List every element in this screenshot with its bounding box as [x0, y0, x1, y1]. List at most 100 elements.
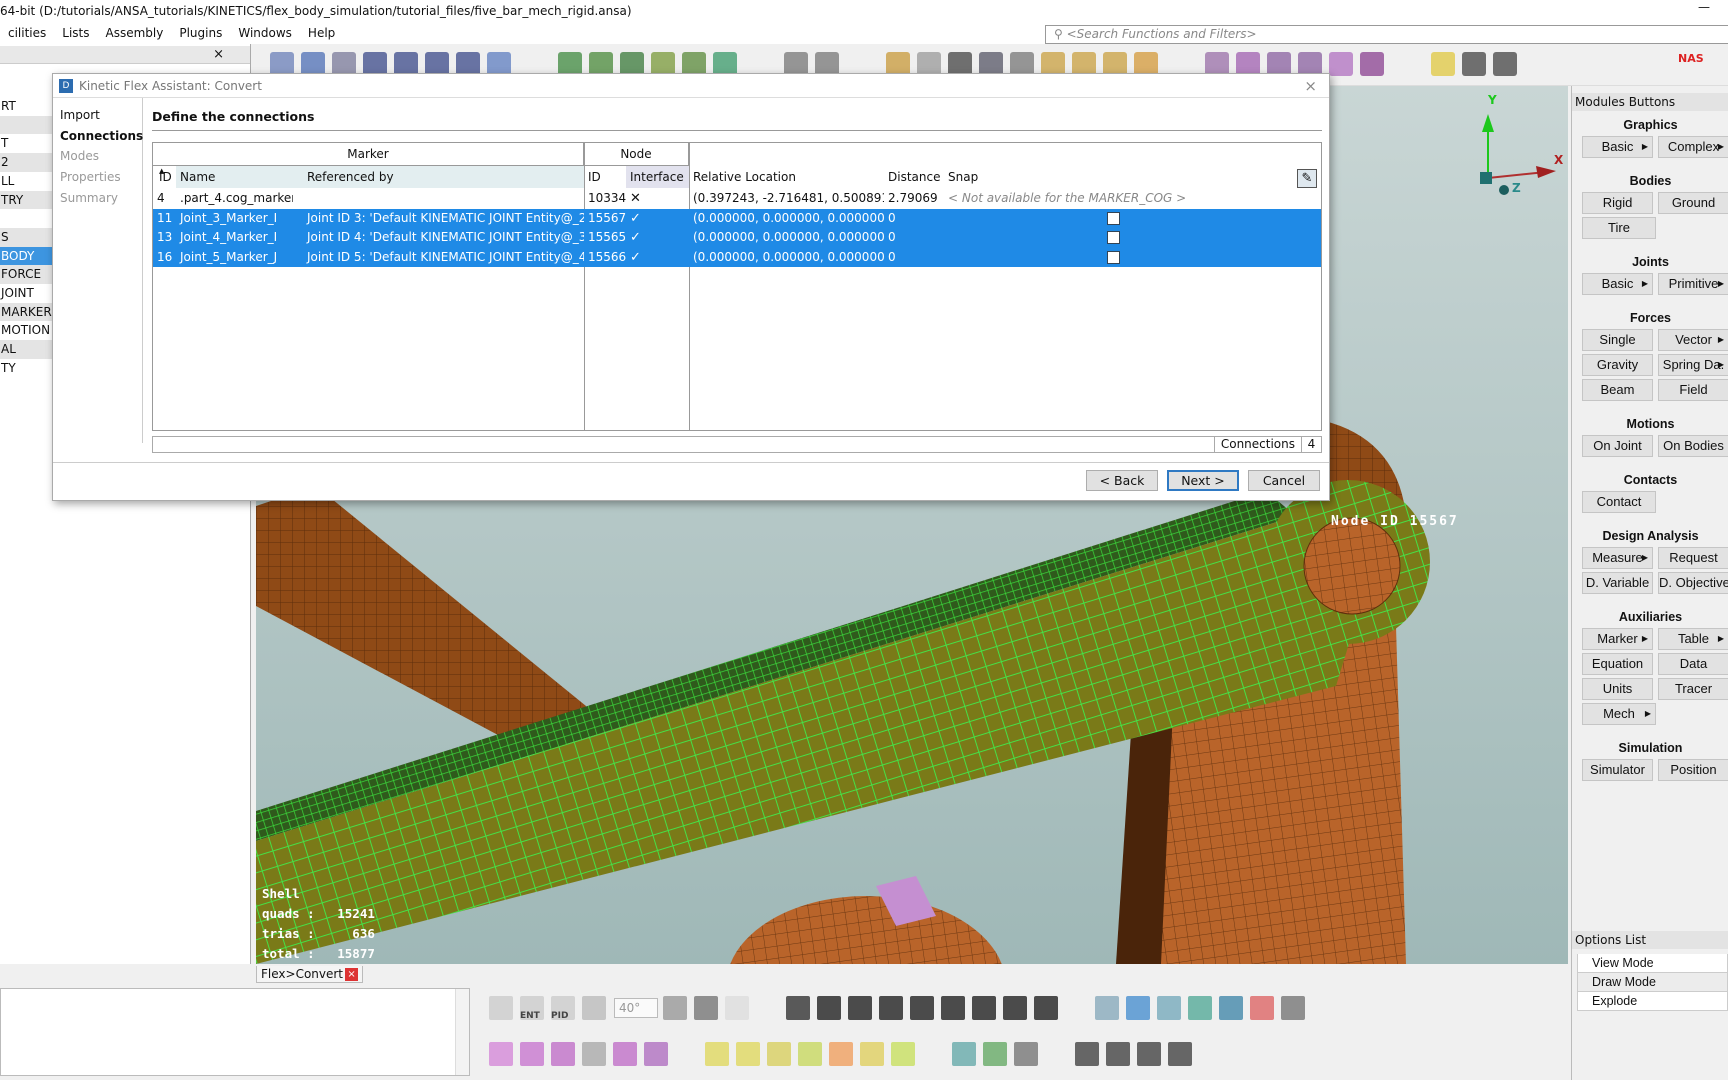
face-yellow-icon[interactable] [705, 1042, 729, 1066]
wizard-step-import[interactable]: Import [60, 108, 100, 122]
copy-icon[interactable] [694, 996, 718, 1020]
kbod-icon[interactable] [1095, 996, 1119, 1020]
spring-da--button[interactable]: Spring Da. ▶ [1658, 354, 1728, 376]
menu-plugins[interactable]: Plugins [171, 22, 230, 44]
mech-button[interactable]: Mech ▶ [1582, 703, 1656, 725]
box-outline-icon[interactable] [1157, 996, 1181, 1020]
d-objective-button[interactable]: D. Objective [1658, 572, 1728, 594]
option-explode[interactable]: Explode [1577, 992, 1728, 1011]
snap-checkbox[interactable] [1107, 231, 1120, 244]
cube-wire-icon[interactable] [1219, 996, 1243, 1020]
menu-lists[interactable]: Lists [54, 22, 97, 44]
snap-all-button[interactable]: ✎ [1297, 169, 1317, 188]
plus-icon[interactable] [817, 996, 841, 1020]
ibeam-icon[interactable] [613, 1042, 637, 1066]
column-header-id[interactable]: ID [153, 166, 176, 188]
basic-button[interactable]: Basic ▶ [1582, 273, 1653, 295]
cube-color-icon[interactable] [1188, 996, 1212, 1020]
search-input[interactable]: ⚲ <Search Functions and Filters> [1045, 25, 1728, 44]
angle-input[interactable]: 40° [614, 998, 658, 1018]
equation-button[interactable]: Equation [1582, 653, 1653, 675]
lock-icon[interactable] [972, 996, 996, 1020]
layers-icon[interactable] [1034, 996, 1058, 1020]
extrude-icon[interactable] [551, 1042, 575, 1066]
face-orange-icon[interactable] [829, 1042, 853, 1066]
on-joint-button[interactable]: On Joint [1582, 435, 1653, 457]
menu-assembly[interactable]: Assembly [98, 22, 172, 44]
face-green-icon[interactable] [798, 1042, 822, 1066]
face-diamond-icon[interactable] [891, 1042, 915, 1066]
minimize-button[interactable]: — [1694, 0, 1714, 22]
minus-icon[interactable] [848, 996, 872, 1020]
snap-checkbox[interactable] [1107, 250, 1120, 264]
tracer-button[interactable]: Tracer [1658, 678, 1728, 700]
points-icon[interactable] [582, 1042, 606, 1066]
point-box-icon[interactable] [1106, 1042, 1130, 1066]
primitive-button[interactable]: Primitive ▶ [1658, 273, 1728, 295]
frame-icon[interactable] [663, 996, 687, 1020]
data-button[interactable]: Data [1658, 653, 1728, 675]
box-blue-icon[interactable] [1126, 996, 1150, 1020]
option-view-mode[interactable]: View Mode [1577, 954, 1728, 973]
network-icon[interactable] [1003, 996, 1027, 1020]
curve-icon[interactable] [1137, 1042, 1161, 1066]
wizard-step-modes[interactable]: Modes [60, 149, 99, 163]
rigid-button[interactable]: Rigid [1582, 192, 1653, 214]
face-tri-icon[interactable] [860, 1042, 884, 1066]
back-button[interactable]: < Back [1086, 470, 1158, 491]
face-nodes-icon[interactable] [767, 1042, 791, 1066]
gravity-button[interactable]: Gravity [1582, 354, 1653, 376]
units-button[interactable]: Units [1582, 678, 1653, 700]
not-icon[interactable] [879, 996, 903, 1020]
marker-button[interactable]: Marker ▶ [1582, 628, 1653, 650]
cancel-button[interactable]: Cancel [1248, 470, 1320, 491]
table-row[interactable]: 16 Joint_5_Marker_J Joint ID 5: 'Default K… [153, 247, 1321, 267]
section-icon[interactable] [644, 1042, 668, 1066]
sort-ascending-icon[interactable]: ▲ [159, 167, 164, 175]
plane-icon[interactable] [1168, 1042, 1192, 1066]
option-draw-mode[interactable]: Draw Mode [1577, 973, 1728, 992]
d-variable-button[interactable]: D. Variable [1582, 572, 1653, 594]
basic-button[interactable]: Basic ▶ [1582, 136, 1653, 158]
close-tab-icon[interactable]: × [345, 967, 359, 981]
message-area[interactable] [0, 988, 470, 1076]
on-bodies-button[interactable]: On Bodies [1658, 435, 1728, 457]
mechanism-icon[interactable] [1360, 52, 1384, 76]
beam-button[interactable]: Beam [1582, 379, 1653, 401]
menu-cilities[interactable]: cilities [0, 22, 54, 44]
shell-mesh-icon[interactable] [952, 1042, 976, 1066]
pen-icon[interactable] [1075, 1042, 1099, 1066]
column-header-relative-location[interactable]: Relative Location [689, 166, 884, 188]
feature-angle-icon[interactable] [582, 996, 606, 1020]
measure-button[interactable]: Measure ▶ [1582, 547, 1653, 569]
complex-button[interactable]: Complex ▶ [1658, 136, 1728, 158]
table-row[interactable]: 4 .part_4.cog_marker_4 10334 ✕ (0.397243, -2… [153, 189, 1321, 209]
volume-mesh-icon[interactable] [1493, 52, 1517, 76]
menu-windows[interactable]: Windows [230, 22, 300, 44]
wizard-step-properties[interactable]: Properties [60, 170, 121, 184]
column-header-snap[interactable]: Snap [944, 166, 1321, 188]
nas-label[interactable]: NAS [1678, 52, 1706, 76]
field-button[interactable]: Field [1658, 379, 1728, 401]
column-header-interface[interactable]: Interface [626, 166, 689, 188]
grid-icon[interactable] [910, 996, 934, 1020]
line-icon[interactable] [786, 996, 810, 1020]
position-button[interactable]: Position [1658, 759, 1728, 781]
solid-wire-icon[interactable] [1014, 1042, 1038, 1066]
hammer-icon[interactable] [1329, 52, 1353, 76]
gear-cube-icon[interactable] [1281, 996, 1305, 1020]
sphere-icon[interactable] [489, 1042, 513, 1066]
polygon-icon[interactable] [725, 996, 749, 1020]
contact-button[interactable]: Contact [1582, 491, 1656, 513]
menu-help[interactable]: Help [300, 22, 343, 44]
next-button[interactable]: Next > [1167, 470, 1239, 491]
column-header-referenced-by[interactable]: Referenced by [303, 166, 584, 188]
snap-checkbox[interactable] [1107, 211, 1120, 225]
cube-red-icon[interactable] [1250, 996, 1274, 1020]
table-button[interactable]: Table ▶ [1658, 628, 1728, 650]
select-box-icon[interactable] [489, 996, 513, 1020]
close-icon[interactable]: × [213, 46, 224, 64]
column-header-distance[interactable]: Distance [884, 166, 944, 188]
tab-flex-convert[interactable]: Flex>Convert × [256, 966, 364, 983]
wedge-icon[interactable] [520, 1042, 544, 1066]
